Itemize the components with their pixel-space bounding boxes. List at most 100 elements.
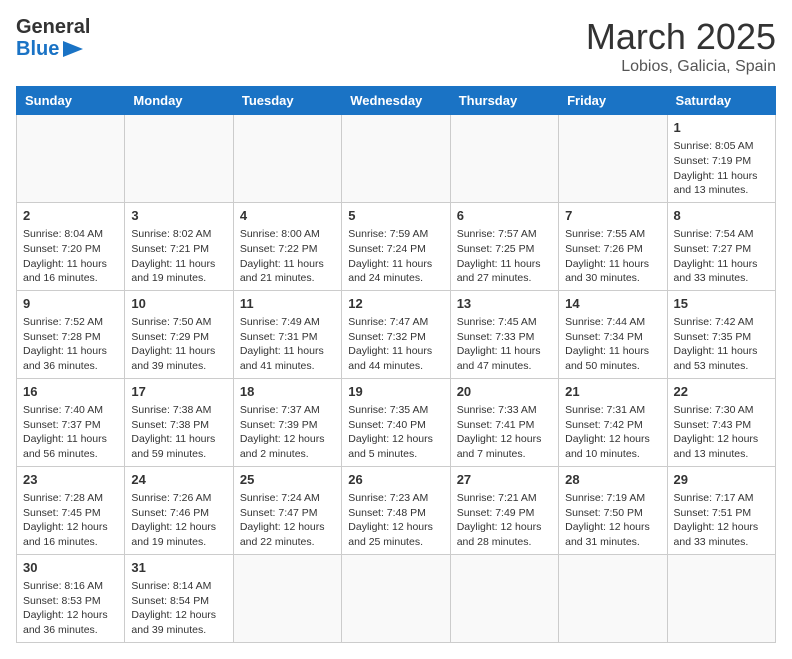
weekday-header-wednesday: Wednesday	[342, 87, 450, 115]
calendar-cell: 19 Sunrise: 7:35 AM Sunset: 7:40 PM Dayli…	[342, 378, 450, 466]
calendar-cell: 23 Sunrise: 7:28 AM Sunset: 7:45 PM Dayli…	[17, 466, 125, 554]
day-number: 27	[457, 471, 552, 489]
day-number: 4	[240, 207, 335, 225]
day-number: 24	[131, 471, 226, 489]
day-info: Sunrise: 7:40 AM Sunset: 7:37 PM Dayligh…	[23, 403, 118, 462]
logo-general-text: General	[16, 16, 90, 38]
location-title: Lobios, Galicia, Spain	[586, 58, 776, 76]
day-info: Sunrise: 7:38 AM Sunset: 7:38 PM Dayligh…	[131, 403, 226, 462]
title-area: March 2025 Lobios, Galicia, Spain	[586, 16, 776, 76]
day-info: Sunrise: 8:02 AM Sunset: 7:21 PM Dayligh…	[131, 227, 226, 286]
calendar-cell: 1 Sunrise: 8:05 AM Sunset: 7:19 PM Daylig…	[667, 115, 775, 203]
calendar-cell: 25 Sunrise: 7:24 AM Sunset: 7:47 PM Dayli…	[233, 466, 341, 554]
day-number: 1	[674, 119, 769, 137]
calendar-cell: 24 Sunrise: 7:26 AM Sunset: 7:46 PM Dayli…	[125, 466, 233, 554]
calendar-cell: 8Sunrise: 7:54 AM Sunset: 7:27 PM Daylig…	[667, 202, 775, 290]
day-info: Sunrise: 7:26 AM Sunset: 7:46 PM Dayligh…	[131, 491, 226, 550]
day-info: Sunrise: 7:23 AM Sunset: 7:48 PM Dayligh…	[348, 491, 443, 550]
calendar-table: SundayMondayTuesdayWednesdayThursdayFrid…	[16, 86, 776, 643]
calendar-week-row: 23 Sunrise: 7:28 AM Sunset: 7:45 PM Dayli…	[17, 466, 776, 554]
day-info: Sunrise: 7:49 AM Sunset: 7:31 PM Dayligh…	[240, 315, 335, 374]
day-info: Sunrise: 7:17 AM Sunset: 7:51 PM Dayligh…	[674, 491, 769, 550]
calendar-cell	[233, 554, 341, 642]
day-info: Sunrise: 7:35 AM Sunset: 7:40 PM Dayligh…	[348, 403, 443, 462]
day-info: Sunrise: 7:28 AM Sunset: 7:45 PM Dayligh…	[23, 491, 118, 550]
calendar-cell: 3 Sunrise: 8:02 AM Sunset: 7:21 PM Daylig…	[125, 202, 233, 290]
day-info: Sunrise: 7:45 AM Sunset: 7:33 PM Dayligh…	[457, 315, 552, 374]
calendar-cell: 17Sunrise: 7:38 AM Sunset: 7:38 PM Dayli…	[125, 378, 233, 466]
day-number: 23	[23, 471, 118, 489]
logo-triangle-icon	[61, 41, 83, 57]
day-info: Sunrise: 7:59 AM Sunset: 7:24 PM Dayligh…	[348, 227, 443, 286]
calendar-cell: 14 Sunrise: 7:44 AM Sunset: 7:34 PM Dayli…	[559, 290, 667, 378]
day-number: 13	[457, 295, 552, 313]
day-info: Sunrise: 7:19 AM Sunset: 7:50 PM Dayligh…	[565, 491, 660, 550]
day-info: Sunrise: 8:00 AM Sunset: 7:22 PM Dayligh…	[240, 227, 335, 286]
calendar-cell: 12 Sunrise: 7:47 AM Sunset: 7:32 PM Dayli…	[342, 290, 450, 378]
day-info: Sunrise: 7:55 AM Sunset: 7:26 PM Dayligh…	[565, 227, 660, 286]
logo-blue-text: Blue	[16, 38, 59, 60]
calendar-cell: 10Sunrise: 7:50 AM Sunset: 7:29 PM Dayli…	[125, 290, 233, 378]
day-number: 2	[23, 207, 118, 225]
calendar-cell	[450, 554, 558, 642]
day-number: 8	[674, 207, 769, 225]
calendar-cell: 28 Sunrise: 7:19 AM Sunset: 7:50 PM Dayli…	[559, 466, 667, 554]
day-number: 7	[565, 207, 660, 225]
weekday-header-thursday: Thursday	[450, 87, 558, 115]
day-info: Sunrise: 8:04 AM Sunset: 7:20 PM Dayligh…	[23, 227, 118, 286]
day-info: Sunrise: 8:14 AM Sunset: 8:54 PM Dayligh…	[131, 579, 226, 638]
calendar-cell	[667, 554, 775, 642]
calendar-week-row: 16 Sunrise: 7:40 AM Sunset: 7:37 PM Dayli…	[17, 378, 776, 466]
day-info: Sunrise: 7:21 AM Sunset: 7:49 PM Dayligh…	[457, 491, 552, 550]
weekday-header-tuesday: Tuesday	[233, 87, 341, 115]
day-number: 28	[565, 471, 660, 489]
weekday-header-row: SundayMondayTuesdayWednesdayThursdayFrid…	[17, 87, 776, 115]
header: General Blue March 2025 Lobios, Galicia,…	[16, 16, 776, 76]
calendar-week-row: 30Sunrise: 8:16 AM Sunset: 8:53 PM Dayli…	[17, 554, 776, 642]
day-number: 6	[457, 207, 552, 225]
calendar-cell	[559, 554, 667, 642]
calendar-cell: 22Sunrise: 7:30 AM Sunset: 7:43 PM Dayli…	[667, 378, 775, 466]
day-number: 18	[240, 383, 335, 401]
month-title: March 2025	[586, 16, 776, 58]
calendar-week-row: 1 Sunrise: 8:05 AM Sunset: 7:19 PM Daylig…	[17, 115, 776, 203]
day-info: Sunrise: 7:42 AM Sunset: 7:35 PM Dayligh…	[674, 315, 769, 374]
calendar-cell: 29Sunrise: 7:17 AM Sunset: 7:51 PM Dayli…	[667, 466, 775, 554]
day-number: 31	[131, 559, 226, 577]
calendar-cell: 6Sunrise: 7:57 AM Sunset: 7:25 PM Daylig…	[450, 202, 558, 290]
day-info: Sunrise: 7:31 AM Sunset: 7:42 PM Dayligh…	[565, 403, 660, 462]
weekday-header-friday: Friday	[559, 87, 667, 115]
day-info: Sunrise: 7:24 AM Sunset: 7:47 PM Dayligh…	[240, 491, 335, 550]
calendar-cell	[559, 115, 667, 203]
calendar-cell: 4 Sunrise: 8:00 AM Sunset: 7:22 PM Daylig…	[233, 202, 341, 290]
day-number: 19	[348, 383, 443, 401]
calendar-cell	[450, 115, 558, 203]
calendar-cell: 20Sunrise: 7:33 AM Sunset: 7:41 PM Dayli…	[450, 378, 558, 466]
calendar-cell: 15Sunrise: 7:42 AM Sunset: 7:35 PM Dayli…	[667, 290, 775, 378]
calendar-week-row: 9 Sunrise: 7:52 AM Sunset: 7:28 PM Daylig…	[17, 290, 776, 378]
calendar-cell: 11 Sunrise: 7:49 AM Sunset: 7:31 PM Dayli…	[233, 290, 341, 378]
day-number: 22	[674, 383, 769, 401]
day-info: Sunrise: 7:50 AM Sunset: 7:29 PM Dayligh…	[131, 315, 226, 374]
calendar-cell: 26Sunrise: 7:23 AM Sunset: 7:48 PM Dayli…	[342, 466, 450, 554]
day-number: 25	[240, 471, 335, 489]
day-number: 14	[565, 295, 660, 313]
logo: General Blue	[16, 16, 90, 60]
calendar-cell: 18Sunrise: 7:37 AM Sunset: 7:39 PM Dayli…	[233, 378, 341, 466]
day-number: 16	[23, 383, 118, 401]
day-info: Sunrise: 8:05 AM Sunset: 7:19 PM Dayligh…	[674, 139, 769, 198]
day-number: 3	[131, 207, 226, 225]
weekday-header-saturday: Saturday	[667, 87, 775, 115]
day-info: Sunrise: 7:47 AM Sunset: 7:32 PM Dayligh…	[348, 315, 443, 374]
calendar-cell: 5 Sunrise: 7:59 AM Sunset: 7:24 PM Daylig…	[342, 202, 450, 290]
day-number: 11	[240, 295, 335, 313]
day-info: Sunrise: 7:52 AM Sunset: 7:28 PM Dayligh…	[23, 315, 118, 374]
day-info: Sunrise: 7:44 AM Sunset: 7:34 PM Dayligh…	[565, 315, 660, 374]
calendar-cell: 16 Sunrise: 7:40 AM Sunset: 7:37 PM Dayli…	[17, 378, 125, 466]
day-number: 21	[565, 383, 660, 401]
calendar-cell	[17, 115, 125, 203]
day-number: 5	[348, 207, 443, 225]
day-number: 12	[348, 295, 443, 313]
calendar-cell: 31 Sunrise: 8:14 AM Sunset: 8:54 PM Dayli…	[125, 554, 233, 642]
day-number: 9	[23, 295, 118, 313]
